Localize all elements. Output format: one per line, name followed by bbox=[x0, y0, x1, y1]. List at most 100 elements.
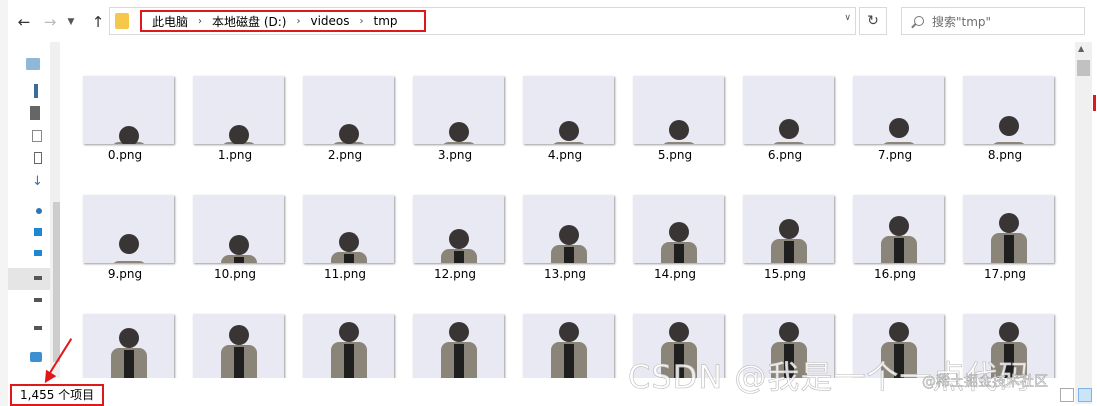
this-pc-icon[interactable] bbox=[26, 58, 40, 70]
file-item[interactable]: 13.png bbox=[510, 161, 620, 281]
breadcrumb-item-this-pc[interactable]: 此电脑 bbox=[152, 13, 188, 30]
sidebar-item-selected[interactable] bbox=[8, 268, 50, 290]
figure-head bbox=[779, 118, 799, 139]
file-thumbnail bbox=[303, 314, 394, 378]
file-item[interactable]: 7.png bbox=[840, 42, 950, 162]
file-name: 9.png bbox=[107, 267, 143, 281]
folder-icon[interactable] bbox=[34, 84, 38, 98]
file-thumbnail bbox=[193, 76, 284, 144]
file-thumbnail bbox=[413, 314, 504, 378]
breadcrumb-item-tmp[interactable]: tmp bbox=[374, 14, 398, 28]
large-icons-view-button[interactable] bbox=[1078, 388, 1092, 402]
file-thumbnail bbox=[743, 76, 834, 144]
figure-head bbox=[119, 328, 139, 349]
file-name: 14.png bbox=[654, 267, 696, 281]
desktop-icon[interactable] bbox=[34, 228, 42, 236]
file-name: 8.png bbox=[987, 148, 1023, 162]
watermark-sub: @稀土掘金技术社区 bbox=[922, 374, 1049, 391]
scroll-up-arrow-icon[interactable]: ▲ bbox=[1078, 44, 1084, 53]
file-item[interactable] bbox=[180, 280, 290, 378]
file-item[interactable]: 3.png bbox=[400, 42, 510, 162]
breadcrumb-chevron-icon[interactable]: › bbox=[360, 16, 364, 27]
drive-icon[interactable] bbox=[34, 276, 42, 280]
figure-head bbox=[339, 322, 359, 342]
file-name: 3.png bbox=[437, 148, 473, 162]
address-bar[interactable]: 此电脑 › 本地磁盘 (D:) › videos › tmp ∨ bbox=[109, 7, 856, 35]
vertical-scrollbar-thumb[interactable] bbox=[1077, 60, 1090, 76]
vertical-scrollbar[interactable] bbox=[1075, 42, 1092, 404]
file-thumbnail bbox=[193, 195, 284, 263]
video-folder-icon[interactable] bbox=[30, 106, 40, 120]
forward-arrow-icon[interactable]: → bbox=[40, 12, 60, 32]
network-icon[interactable] bbox=[30, 352, 42, 362]
back-arrow-icon[interactable]: ← bbox=[14, 12, 34, 32]
file-item[interactable]: 5.png bbox=[620, 42, 730, 162]
file-item[interactable]: 1.png bbox=[180, 42, 290, 162]
file-item[interactable]: 8.png bbox=[950, 42, 1060, 162]
file-item[interactable] bbox=[510, 280, 620, 378]
drive-icon[interactable] bbox=[34, 298, 42, 302]
file-name: 12.png bbox=[434, 267, 476, 281]
file-thumbnail bbox=[523, 195, 614, 263]
figure-head bbox=[559, 121, 579, 142]
breadcrumb-item-drive-d[interactable]: 本地磁盘 (D:) bbox=[212, 13, 286, 30]
file-thumbnail bbox=[83, 314, 174, 378]
file-item[interactable] bbox=[70, 280, 180, 378]
file-item[interactable] bbox=[290, 280, 400, 378]
figure-shirt bbox=[1004, 234, 1014, 263]
file-thumbnail bbox=[963, 195, 1054, 263]
file-item[interactable]: 10.png bbox=[180, 161, 290, 281]
figure-head bbox=[229, 235, 249, 255]
file-item[interactable] bbox=[400, 280, 510, 378]
file-name: 13.png bbox=[544, 267, 586, 281]
figure-head bbox=[669, 322, 689, 342]
figure-head bbox=[669, 222, 689, 243]
figure-head bbox=[999, 322, 1019, 342]
figure-shirt bbox=[234, 347, 244, 378]
file-item[interactable]: 2.png bbox=[290, 42, 400, 162]
file-thumbnail bbox=[193, 314, 284, 378]
file-thumbnail bbox=[963, 76, 1054, 144]
windows-drive-icon[interactable] bbox=[34, 250, 42, 256]
figure-shirt bbox=[234, 257, 244, 263]
file-item[interactable]: 16.png bbox=[840, 161, 950, 281]
breadcrumb-chevron-icon[interactable]: › bbox=[296, 16, 300, 27]
breadcrumb-item-videos[interactable]: videos bbox=[310, 14, 349, 28]
file-item[interactable]: 11.png bbox=[290, 161, 400, 281]
figure-head bbox=[229, 124, 249, 144]
file-item[interactable]: 0.png bbox=[70, 42, 180, 162]
address-history-chevron-icon[interactable]: ∨ bbox=[844, 13, 851, 23]
search-box[interactable]: 搜索"tmp" bbox=[901, 7, 1085, 35]
folder-icon bbox=[115, 13, 129, 29]
recent-locations-chevron-icon[interactable]: ▼ bbox=[64, 12, 78, 32]
figure-head bbox=[339, 231, 359, 252]
file-item[interactable]: 14.png bbox=[620, 161, 730, 281]
file-item[interactable]: 17.png bbox=[950, 161, 1060, 281]
downloads-icon[interactable]: ↓ bbox=[32, 175, 43, 188]
file-item[interactable]: 12.png bbox=[400, 161, 510, 281]
file-item[interactable]: 9.png bbox=[70, 161, 180, 281]
file-item[interactable]: 15.png bbox=[730, 161, 840, 281]
figure-head bbox=[449, 228, 469, 249]
details-view-button[interactable] bbox=[1060, 388, 1074, 402]
refresh-button[interactable]: ↻ bbox=[859, 7, 887, 35]
file-item[interactable]: 4.png bbox=[510, 42, 620, 162]
figure-shirt bbox=[784, 241, 794, 263]
figure-head bbox=[449, 122, 469, 143]
pictures-icon[interactable] bbox=[32, 130, 42, 142]
file-name: 5.png bbox=[657, 148, 693, 162]
up-arrow-icon[interactable]: ↑ bbox=[88, 12, 108, 32]
file-thumbnail bbox=[523, 76, 614, 144]
drive-icon[interactable] bbox=[34, 326, 42, 330]
music-icon[interactable] bbox=[36, 208, 42, 214]
file-thumbnail bbox=[523, 314, 614, 378]
figure-head bbox=[999, 212, 1019, 233]
breadcrumb-chevron-icon[interactable]: › bbox=[198, 16, 202, 27]
file-thumbnail bbox=[83, 195, 174, 263]
file-thumbnail bbox=[743, 195, 834, 263]
figure-shirt bbox=[454, 250, 464, 263]
file-item[interactable]: 6.png bbox=[730, 42, 840, 162]
documents-icon[interactable] bbox=[34, 152, 42, 164]
file-name: 11.png bbox=[324, 267, 366, 281]
figure-shirt bbox=[344, 344, 354, 378]
